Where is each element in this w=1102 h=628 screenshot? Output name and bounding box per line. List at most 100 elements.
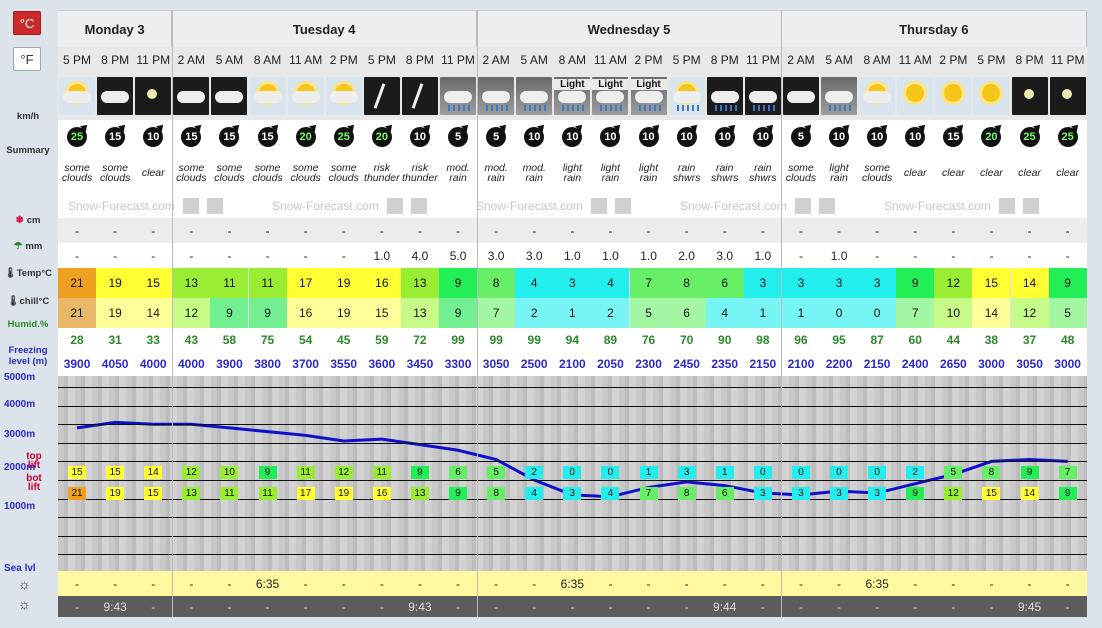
temp-cell: 8 xyxy=(667,268,706,298)
freezing-level-row: 3900 4050 4000 4000 3900 3800 3700 3550 3600 3450… xyxy=(58,352,1087,376)
sunset-cell: - xyxy=(75,599,80,614)
sunset-cell: - xyxy=(265,599,270,614)
day-header: Wednesday 5 xyxy=(477,11,782,48)
wind-direction-icon: 5 xyxy=(486,126,507,147)
time-cell: 8 PM xyxy=(405,52,434,67)
wind-direction-icon: 10 xyxy=(524,126,545,147)
wind-direction-icon: 10 xyxy=(714,126,735,147)
bot-lift-temp-badge: 3 xyxy=(791,487,810,500)
weather-cell xyxy=(439,72,477,120)
wind-cell: 10 xyxy=(706,120,744,153)
freezing-level-cell: 3300 xyxy=(444,357,472,371)
top-lift-temp-badge: 9 xyxy=(1020,466,1039,479)
snow-cell: - xyxy=(75,223,80,238)
sunrise-cell: - xyxy=(684,576,689,591)
thermometer-icon: 🌡 xyxy=(6,296,20,307)
snow-cell: - xyxy=(646,223,651,238)
rain-cell: 1.0 xyxy=(373,248,391,263)
wind-direction-icon: 25 xyxy=(333,126,354,147)
sunrise-cell: - xyxy=(75,576,80,591)
temp-cell: 8 xyxy=(477,268,516,298)
rain-cell: 4.0 xyxy=(411,248,429,263)
rain-cell: - xyxy=(951,248,956,263)
sunset-cell: - xyxy=(532,599,537,614)
snow-cell: - xyxy=(837,223,842,238)
chill-cell: 12 xyxy=(1010,298,1049,328)
sunset-icon: ☼ xyxy=(18,596,31,612)
top-lift-temp-badge: 0 xyxy=(868,466,887,479)
weather-cell xyxy=(706,72,744,120)
time-cell: 11 PM xyxy=(1050,52,1085,67)
temp-cell: 7 xyxy=(629,268,668,298)
day-separator xyxy=(171,10,173,617)
sunset-cell: - xyxy=(379,599,384,614)
freezing-level-cell: 2150 xyxy=(863,357,891,371)
temp-label: 🌡Temp°C xyxy=(4,268,52,279)
wind-cell: 25 xyxy=(325,120,363,153)
chill-cell: 5 xyxy=(629,298,668,328)
bot-lift-temp-badge: 8 xyxy=(677,487,696,500)
temp-cell: 13 xyxy=(400,268,439,298)
top-lift-temp-badge: 12 xyxy=(182,466,201,479)
snow-row: --------------------------- xyxy=(58,218,1087,243)
sunny-icon xyxy=(935,77,972,115)
top-lift-temp-badge: 1 xyxy=(639,466,658,479)
bot-lift-temp-badge: 9 xyxy=(1058,487,1077,500)
freezing-level-cell: 3050 xyxy=(1016,357,1043,371)
freezing-level-cell: 2350 xyxy=(711,357,739,371)
temp-cell: 3 xyxy=(553,268,592,298)
temp-cell: 3 xyxy=(820,268,859,298)
sunrise-cell: - xyxy=(951,576,956,591)
snow-label: ❄ cm xyxy=(15,215,41,226)
rain-icon xyxy=(440,77,477,115)
temp-cell: 21 xyxy=(58,268,97,298)
sunset-cell: 9:43 xyxy=(103,599,127,614)
wind-cell: 5 xyxy=(477,120,515,153)
some-clouds-night-icon xyxy=(173,77,210,115)
chill-cell: 19 xyxy=(96,298,135,328)
wind-cell: 10 xyxy=(668,120,706,153)
altitude-5000: 5000m xyxy=(4,372,36,383)
rain-cell: 2.0 xyxy=(678,248,695,263)
time-cell: 11 AM xyxy=(289,52,323,67)
summary-cell: light rain xyxy=(829,162,849,184)
weather-icon-row: Light Light Light xyxy=(58,72,1087,120)
sunrise-cell: - xyxy=(494,576,499,591)
rain-cell: - xyxy=(151,248,156,263)
summary-cell: clear xyxy=(980,167,1003,179)
some-clouds-night-icon xyxy=(782,77,819,115)
summary-cell: rain shwrs xyxy=(672,162,701,184)
chill-cell: 19 xyxy=(324,298,363,328)
top-lift-temp-badge: 7 xyxy=(1058,466,1077,479)
summary-cell: risk thunder xyxy=(402,162,438,184)
time-cell: 8 AM xyxy=(253,52,282,67)
temp-cell: 9 xyxy=(896,268,935,298)
time-row: 5 PM 8 PM 11 PM 2 AM 5 AM 8 AM 11 AM 2 PM 5 PM 8 … xyxy=(58,47,1087,72)
bot-lift-temp-badge: 15 xyxy=(144,487,163,500)
freezing-level-cell: 2200 xyxy=(825,357,853,371)
snow-cell: - xyxy=(684,223,689,238)
time-cell: 5 PM xyxy=(672,52,701,67)
wind-chill-row: 21 19 14 12 9 9 16 19 15 13 9 7 2 1 2 5 6 4 1 1 0 0 7 10 14 12 5 xyxy=(58,298,1087,328)
bot-lift-temp-badge: 19 xyxy=(334,487,353,500)
celsius-button[interactable]: °C xyxy=(13,11,41,35)
chill-cell: 1 xyxy=(743,298,782,328)
wind-cell: 10 xyxy=(134,120,172,153)
some-clouds-day-icon xyxy=(287,77,324,115)
freezing-level-cell: 3050 xyxy=(482,357,510,371)
sunrise-icon: ☼ xyxy=(18,576,31,592)
wind-direction-icon: 25 xyxy=(1057,126,1078,147)
sunset-row: - 9:43 - - - - - - - 9:43 - - - - - - - 9:44 - - - - - - - 9:45 - xyxy=(58,596,1087,617)
humidity-cell: 45 xyxy=(337,333,351,347)
chill-cell: 12 xyxy=(172,298,211,328)
wind-direction-icon: 10 xyxy=(752,126,773,147)
watermark: Snow-Forecast.com xyxy=(272,193,427,218)
bot-lift-temp-badge: 12 xyxy=(944,487,963,500)
sunrise-cell: - xyxy=(189,576,194,591)
chill-cell: 4 xyxy=(705,298,744,328)
wind-direction-icon: 10 xyxy=(143,126,164,147)
fahrenheit-button[interactable]: °F xyxy=(13,47,41,71)
humidity-cell: 43 xyxy=(184,333,199,347)
sunrise-cell: - xyxy=(151,576,156,591)
chill-cell: 15 xyxy=(362,298,401,328)
